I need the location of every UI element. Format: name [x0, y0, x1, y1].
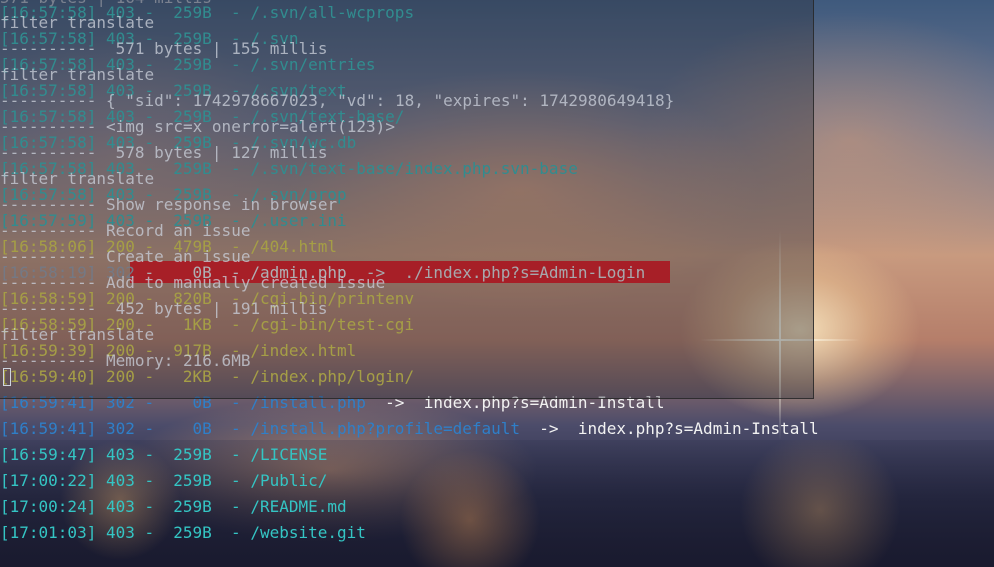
log-response-size: 259B [173, 471, 212, 490]
redirect-target[interactable]: index.php?s=Admin-Install [578, 419, 819, 438]
overlay-text-line: ---------- 452 bytes | 191 millis [0, 299, 328, 318]
log-response-size: 0B [192, 419, 212, 438]
overlay-text-line: ---------- <img src=x onerror=alert(123)… [0, 117, 395, 136]
log-path[interactable]: /LICENSE [250, 445, 327, 464]
log-response-size: 259B [173, 523, 212, 542]
overlay-text-line: ---------- Show response in browser [0, 195, 338, 214]
log-timestamp: [16:59:47] [0, 445, 97, 464]
log-status-code: 403 [105, 445, 135, 464]
log-timestamp: [17:00:22] [0, 471, 97, 490]
overlay-text-line: filter translate [0, 65, 155, 84]
terminal-cursor [3, 368, 11, 386]
log-status-code: 403 [105, 497, 135, 516]
overlay-text-line: filter translate [0, 169, 155, 188]
log-status-code: 403 [105, 471, 135, 490]
overlay-text-line: ---------- Add to manually created issue [0, 273, 386, 292]
log-timestamp: [17:00:24] [0, 497, 97, 516]
log-timestamp: [16:59:41] [0, 419, 97, 438]
log-path[interactable]: /website.git [250, 523, 366, 542]
overlay-text-line: ---------- Record an issue [0, 221, 251, 240]
log-status-code: 302 [105, 419, 135, 438]
overlay-text-line: ---------- 578 bytes | 127 millis [0, 143, 328, 162]
terminal-line[interactable]: [16:59:41] 302 - 0B - /install.php?profi… [0, 416, 819, 442]
overlay-text-line: ---------- { "sid": 1742978667023, "vd":… [0, 91, 675, 110]
log-response-size: 259B [173, 445, 212, 464]
terminal-line[interactable]: [17:00:22] 403 - 259B - /Public/ [0, 468, 327, 494]
log-response-size: 259B [173, 497, 212, 516]
log-path[interactable]: /install.php?profile=default [250, 419, 520, 438]
log-timestamp: [17:01:03] [0, 523, 97, 542]
overlay-text-line: ---------- Create an issue [0, 247, 251, 266]
terminal-line[interactable]: [17:01:03] 403 - 259B - /website.git [0, 520, 366, 546]
redirect-arrow: -> [539, 419, 559, 438]
terminal-line[interactable]: [16:59:47] 403 - 259B - /LICENSE [0, 442, 327, 468]
terminal-line[interactable]: [17:00:24] 403 - 259B - /README.md [0, 494, 347, 520]
log-path[interactable]: /Public/ [250, 471, 327, 490]
overlay-text-line: filter translate [0, 13, 155, 32]
overlay-text-line: filter translate [0, 325, 155, 344]
overlay-text-line: ---------- 571 bytes | 155 millis [0, 39, 328, 58]
log-path[interactable]: /README.md [250, 497, 346, 516]
log-status-code: 403 [105, 523, 135, 542]
overlay-text-line: ---------- Memory: 216.6MB [0, 351, 251, 370]
